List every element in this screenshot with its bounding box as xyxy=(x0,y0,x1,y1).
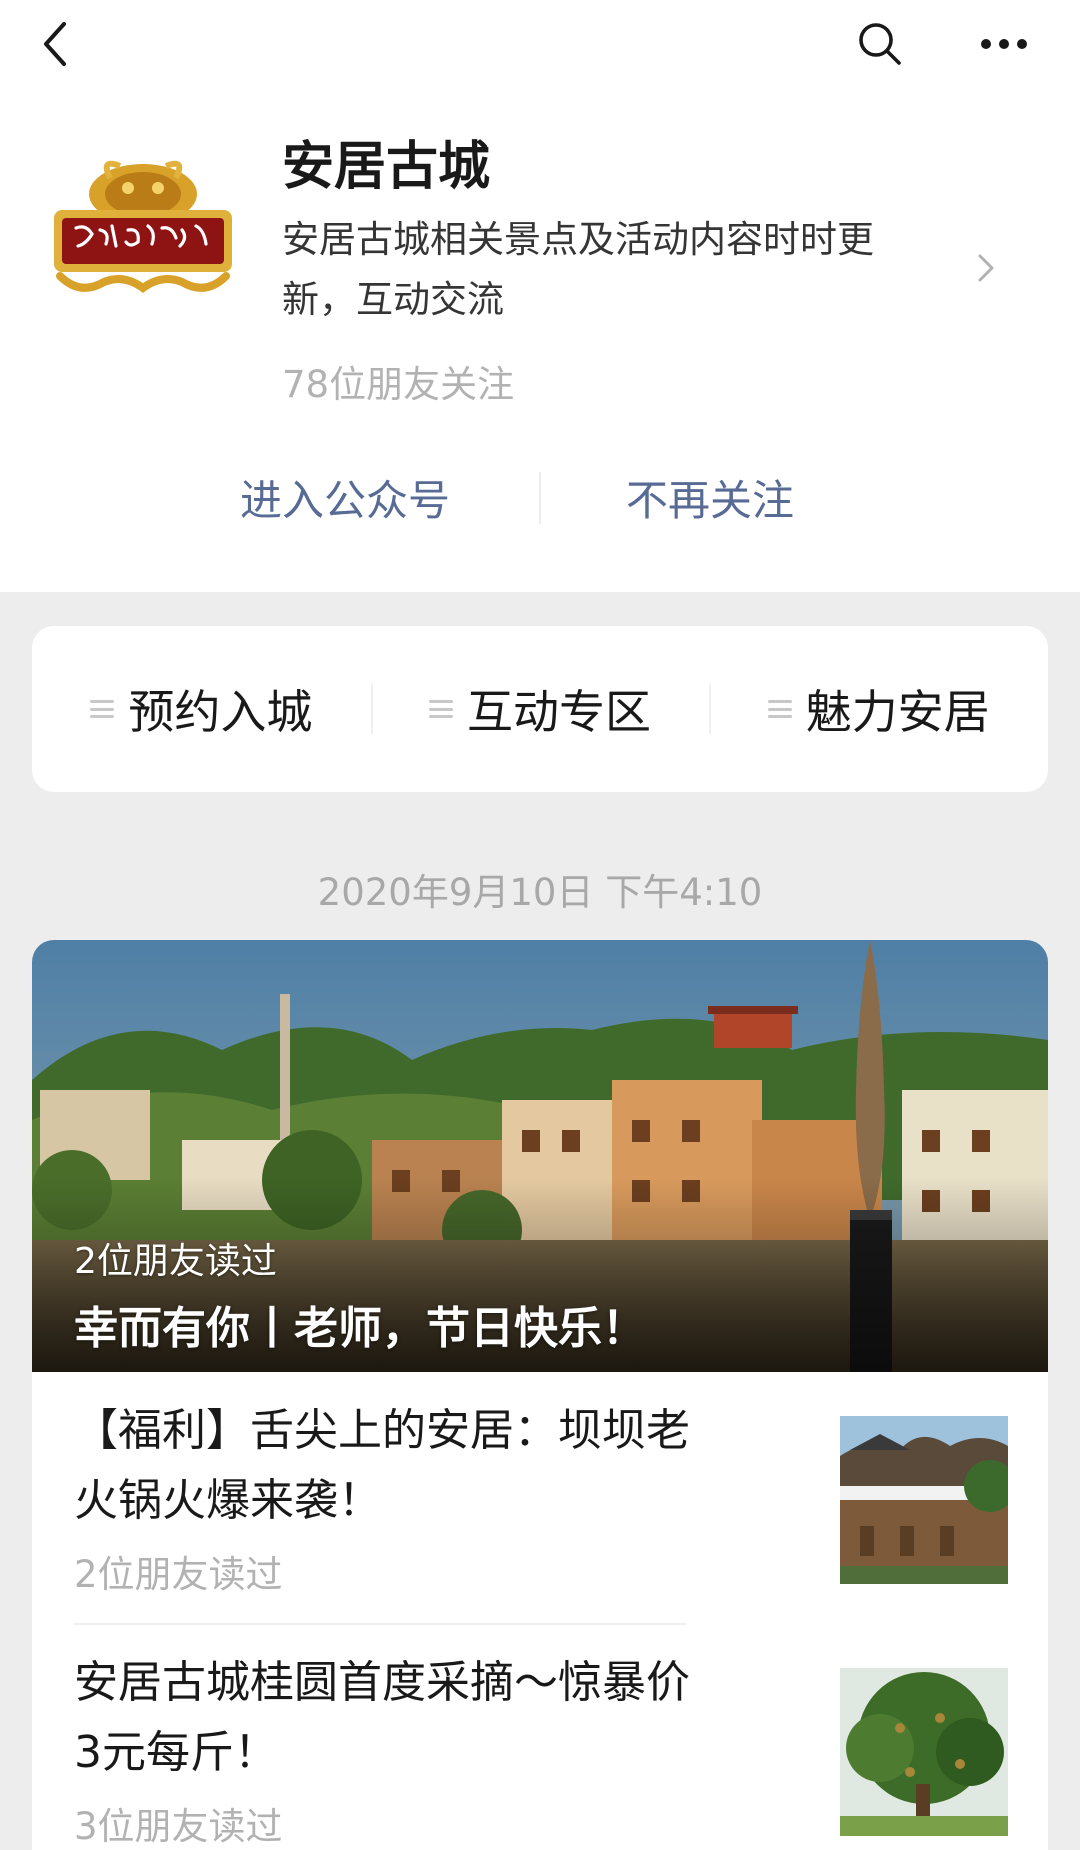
back-arrow-icon xyxy=(44,22,66,66)
restaurant-thumbnail-image xyxy=(840,1416,1008,1584)
chevron-right-icon xyxy=(978,254,994,282)
menu-item-interaction[interactable]: 互动专区 xyxy=(370,626,710,792)
menu-item-label: 互动专区 xyxy=(467,685,651,739)
unfollow-button[interactable]: 不再关注 xyxy=(560,442,860,552)
cover-article[interactable]: 2位朋友读过 幸而有你丨老师，节日快乐！ xyxy=(32,940,1048,1372)
account-actions: 进入公众号 不再关注 xyxy=(0,442,1080,552)
article-thumbnail xyxy=(840,1668,1008,1836)
more-dots-icon xyxy=(981,39,1027,49)
menu-lines-icon xyxy=(90,696,115,722)
account-name: 安居古城 xyxy=(282,137,491,197)
top-navigation-bar xyxy=(0,0,1080,90)
cover-readers-count: 2位朋友读过 xyxy=(74,1241,277,1282)
account-menu: 预约入城 互动专区 魅力安居 xyxy=(32,626,1048,792)
longan-tree-thumbnail-image xyxy=(840,1668,1008,1836)
search-icon xyxy=(859,23,901,65)
dragon-emblem-logo xyxy=(54,160,232,293)
article-readers-count: 2位朋友读过 xyxy=(74,1553,283,1596)
article-message-card: 2位朋友读过 幸而有你丨老师，节日快乐！ 【福利】舌尖上的安居：坝坝老火锅火爆来… xyxy=(32,940,1048,1850)
menu-item-reservation[interactable]: 预约入城 xyxy=(32,626,371,792)
menu-lines-icon xyxy=(429,696,453,722)
message-timestamp: 2020年9月10日 下午4:10 xyxy=(317,871,763,914)
cover-article-title: 幸而有你丨老师，节日快乐！ xyxy=(74,1303,646,1354)
more-button[interactable] xyxy=(972,12,1036,76)
article-title: 【福利】舌尖上的安居：坝坝老火锅火爆来袭！ xyxy=(74,1405,690,1526)
account-logo xyxy=(50,158,236,298)
menu-item-label: 魅力安居 xyxy=(805,685,990,739)
search-button[interactable] xyxy=(848,12,912,76)
menu-item-charm-anju[interactable]: 魅力安居 xyxy=(709,626,1048,792)
list-item[interactable]: 【福利】舌尖上的安居：坝坝老火锅火爆来袭！ 2位朋友读过 xyxy=(32,1372,1048,1624)
menu-item-label: 预约入城 xyxy=(128,685,313,739)
list-item[interactable]: 安居古城桂圆首度采摘～惊暴价3元每斤！ 3位朋友读过 xyxy=(32,1624,1048,1850)
follower-count: 78位朋友关注 xyxy=(282,363,515,406)
article-readers-count: 3位朋友读过 xyxy=(74,1805,283,1848)
action-divider xyxy=(539,472,541,524)
menu-lines-icon xyxy=(767,696,792,722)
article-title: 安居古城桂圆首度采摘～惊暴价3元每斤！ xyxy=(74,1657,690,1778)
account-profile: 安居古城 安居古城相关景点及活动内容时时更新，互动交流 78位朋友关注 进入公众… xyxy=(0,90,1080,592)
back-button[interactable] xyxy=(24,12,88,76)
account-description: 安居古城相关景点及活动内容时时更新，互动交流 xyxy=(282,218,874,321)
account-description-row[interactable]: 安居古城相关景点及活动内容时时更新，互动交流 xyxy=(282,210,1002,350)
enter-account-button[interactable]: 进入公众号 xyxy=(190,442,500,552)
article-thumbnail xyxy=(840,1416,1008,1584)
